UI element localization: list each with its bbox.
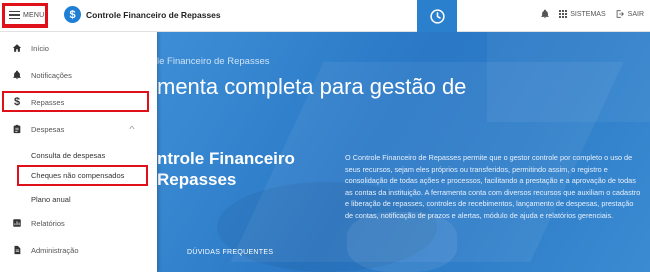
- chevron-up-icon[interactable]: ^: [129, 125, 134, 134]
- bell-icon: [541, 9, 549, 19]
- sidebar-subitem-cheques[interactable]: Cheques não compensados: [0, 166, 157, 184]
- systems-button[interactable]: SISTEMAS: [559, 10, 606, 18]
- hero-subheadline: ntrole Financeiro Repasses: [157, 148, 317, 190]
- dollar-icon: $: [13, 96, 21, 108]
- systems-label: SISTEMAS: [570, 10, 606, 18]
- hero-subheadline-line1: ntrole Financeiro: [157, 149, 295, 168]
- hero-banner: le Financeiro de Repasses menta completa…: [157, 32, 650, 272]
- dollar-logo-icon: $: [64, 6, 81, 23]
- notifications-button[interactable]: [540, 9, 550, 19]
- sidebar-item-label: Início: [31, 43, 49, 53]
- hero-kicker: le Financeiro de Repasses: [157, 56, 270, 67]
- exit-icon: [616, 10, 624, 18]
- hero-subheadline-line2: Repasses: [157, 170, 237, 189]
- sidebar-item-label: Despesas: [31, 124, 65, 134]
- sidebar-menu: Início Notificações $ Repasses Despesas …: [0, 32, 157, 272]
- sidebar-item-label: Administração: [31, 245, 79, 255]
- sidebar-item-label: Repasses: [31, 97, 65, 107]
- sidebar-item-inicio[interactable]: Início: [0, 37, 157, 59]
- highlight-box-menu: [2, 3, 48, 28]
- sidebar-item-repasses[interactable]: $ Repasses: [0, 91, 157, 113]
- sidebar-item-relatorios[interactable]: Relatórios: [0, 212, 157, 234]
- exit-button[interactable]: SAIR: [615, 9, 644, 19]
- sidebar-subitem-consulta-despesas[interactable]: Consulta de despesas: [0, 146, 157, 164]
- sidebar-item-label: Notificações: [31, 70, 72, 80]
- hero-headline: menta completa para gestão de: [157, 74, 467, 99]
- sidebar-subitem-label: Consulta de despesas: [31, 150, 106, 160]
- apps-grid-icon: [559, 10, 568, 18]
- clock-icon: [429, 8, 445, 24]
- app-brand[interactable]: $ Controle Financeiro de Repasses: [64, 6, 221, 23]
- document-icon: [12, 245, 22, 255]
- bell-icon: [12, 70, 22, 80]
- clipboard-icon: [12, 124, 22, 134]
- sidebar-item-notificacoes[interactable]: Notificações: [0, 64, 157, 86]
- sidebar-item-label: Relatórios: [31, 218, 65, 228]
- app-title: Controle Financeiro de Repasses: [86, 9, 221, 20]
- faq-link[interactable]: DÚVIDAS FREQUENTES: [187, 249, 273, 256]
- hero-decoration: [487, 32, 650, 122]
- sidebar-item-administracao[interactable]: Administração: [0, 239, 157, 261]
- top-bar: MENU $ Controle Financeiro de Repasses S…: [0, 0, 650, 32]
- sidebar-item-despesas[interactable]: Despesas ^: [0, 118, 157, 140]
- sidebar-subitem-plano-anual[interactable]: Plano anual: [0, 190, 157, 208]
- clock-button[interactable]: [417, 0, 457, 32]
- home-icon: [12, 43, 22, 53]
- top-right-actions: SISTEMAS SAIR: [540, 9, 644, 19]
- exit-label: SAIR: [627, 10, 644, 18]
- sidebar-subitem-label: Cheques não compensados: [31, 170, 125, 180]
- chart-icon: [12, 218, 22, 228]
- sidebar-subitem-label: Plano anual: [31, 194, 71, 204]
- hero-description: O Controle Financeiro de Repasses permit…: [345, 153, 641, 220]
